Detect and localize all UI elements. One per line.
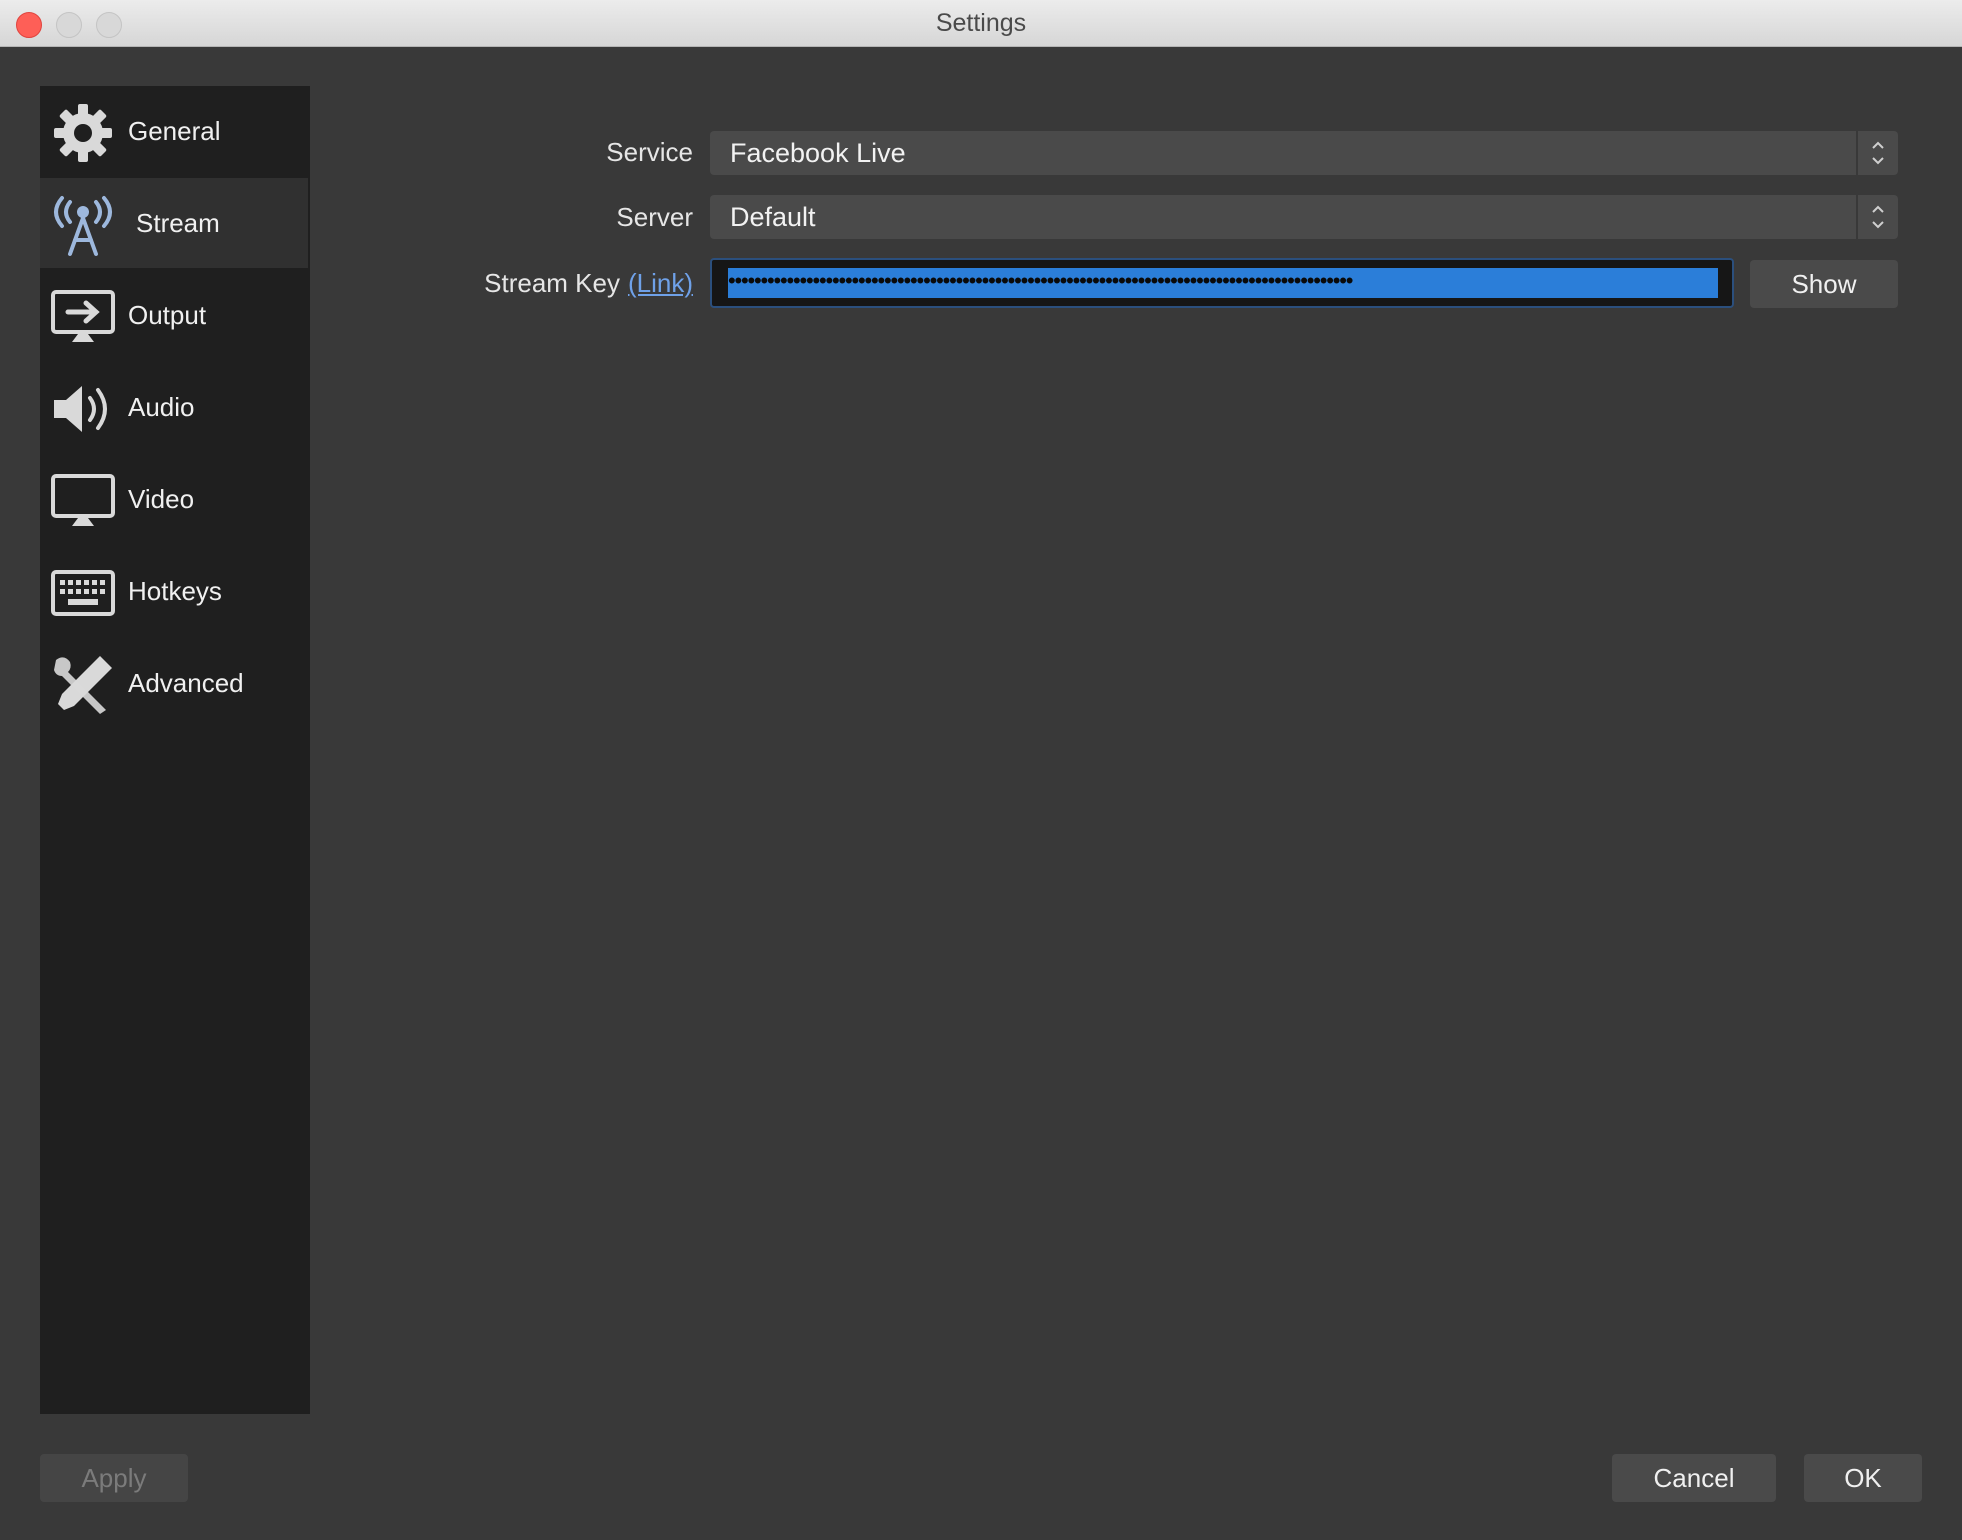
server-select[interactable]: Default: [710, 195, 1898, 239]
chevron-updown-icon: [1856, 131, 1884, 175]
sidebar-item-label: Stream: [136, 207, 220, 238]
service-label: Service: [606, 137, 693, 167]
sidebar-item-video[interactable]: Video: [40, 454, 308, 544]
gear-icon: [54, 104, 112, 162]
keyboard-icon: [51, 570, 115, 616]
tools-icon: [54, 656, 112, 714]
stream-key-link[interactable]: (Link): [628, 268, 693, 298]
sidebar-item-stream[interactable]: Stream: [40, 178, 308, 268]
output-icon: [51, 290, 115, 342]
service-value: Facebook Live: [730, 138, 906, 168]
sidebar-item-label: Audio: [128, 391, 195, 422]
ok-button[interactable]: OK: [1804, 1454, 1922, 1502]
speaker-icon: [54, 386, 107, 432]
show-key-button[interactable]: Show: [1750, 260, 1898, 308]
server-value: Default: [730, 202, 816, 232]
sidebar-item-label: Output: [128, 299, 207, 330]
antenna-icon: [54, 196, 112, 256]
monitor-icon: [51, 474, 115, 526]
sidebar-item-audio[interactable]: Audio: [40, 362, 308, 452]
apply-button[interactable]: Apply: [40, 1454, 188, 1502]
sidebar-item-label: Video: [128, 483, 195, 514]
stream-key-label: Stream Key (Link): [440, 268, 693, 299]
sidebar-item-advanced[interactable]: Advanced: [40, 638, 308, 728]
sidebar-item-label: Advanced: [128, 667, 244, 698]
stream-key-input[interactable]: ••••••••••••••••••••••••••••••••••••••••…: [710, 258, 1734, 308]
sidebar-item-hotkeys[interactable]: Hotkeys: [40, 546, 308, 636]
cancel-button[interactable]: Cancel: [1612, 1454, 1776, 1502]
server-label: Server: [616, 202, 693, 232]
sidebar-item-label: General: [128, 115, 221, 146]
title-bar: Settings: [0, 0, 1962, 47]
window-title: Settings: [935, 9, 1027, 37]
sidebar-item-label: Hotkeys: [128, 575, 222, 606]
settings-sidebar: General Stream Output Audio Video Hotkey…: [40, 86, 310, 1414]
stream-key-value: ••••••••••••••••••••••••••••••••••••••••…: [728, 268, 1353, 293]
text-selection: ••••••••••••••••••••••••••••••••••••••••…: [728, 268, 1718, 298]
chevron-updown-icon: [1856, 195, 1884, 239]
service-select[interactable]: Facebook Live: [710, 131, 1898, 175]
sidebar-item-general[interactable]: General: [40, 86, 308, 176]
sidebar-item-output[interactable]: Output: [40, 270, 308, 360]
stream-key-label-text: Stream Key: [484, 268, 620, 298]
